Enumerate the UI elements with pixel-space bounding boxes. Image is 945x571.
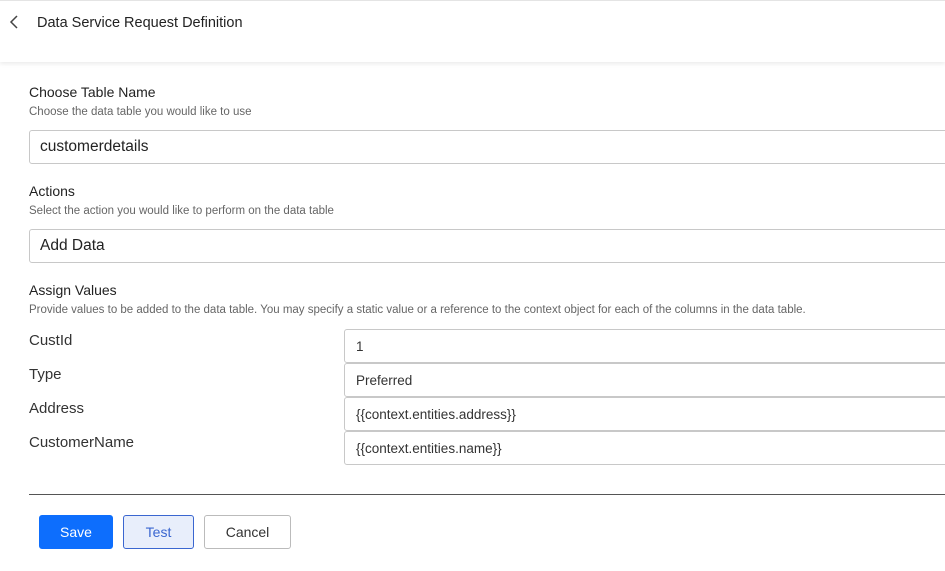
table-name-label: Choose Table Name [29,84,156,100]
actions-help: Select the action you would like to perf… [29,205,334,217]
header: Data Service Request Definition [0,0,945,62]
value-input-address[interactable]: {{context.entities.address}} [344,397,945,431]
assign-values-label: Assign Values [29,282,117,298]
value-input-custid[interactable]: 1 [344,329,945,363]
column-label-custid: CustId [29,332,73,349]
table-name-select[interactable]: customerdetails [29,130,945,164]
page-title: Data Service Request Definition [37,15,243,31]
test-button[interactable]: Test [123,515,194,549]
actions-label: Actions [29,183,75,199]
column-label-address: Address [29,400,85,417]
assign-values-help: Provide values to be added to the data t… [29,304,806,316]
divider [29,494,945,495]
save-button[interactable]: Save [39,515,113,549]
column-label-customername: CustomerName [29,434,135,451]
actions-select[interactable]: Add Data [29,229,945,263]
column-label-type: Type [29,366,62,383]
cancel-button[interactable]: Cancel [204,515,291,549]
value-input-customername[interactable]: {{context.entities.name}} [344,431,945,465]
table-name-help: Choose the data table you would like to … [29,106,252,118]
back-chevron-icon[interactable] [6,11,22,33]
value-input-type[interactable]: Preferred [344,363,945,397]
